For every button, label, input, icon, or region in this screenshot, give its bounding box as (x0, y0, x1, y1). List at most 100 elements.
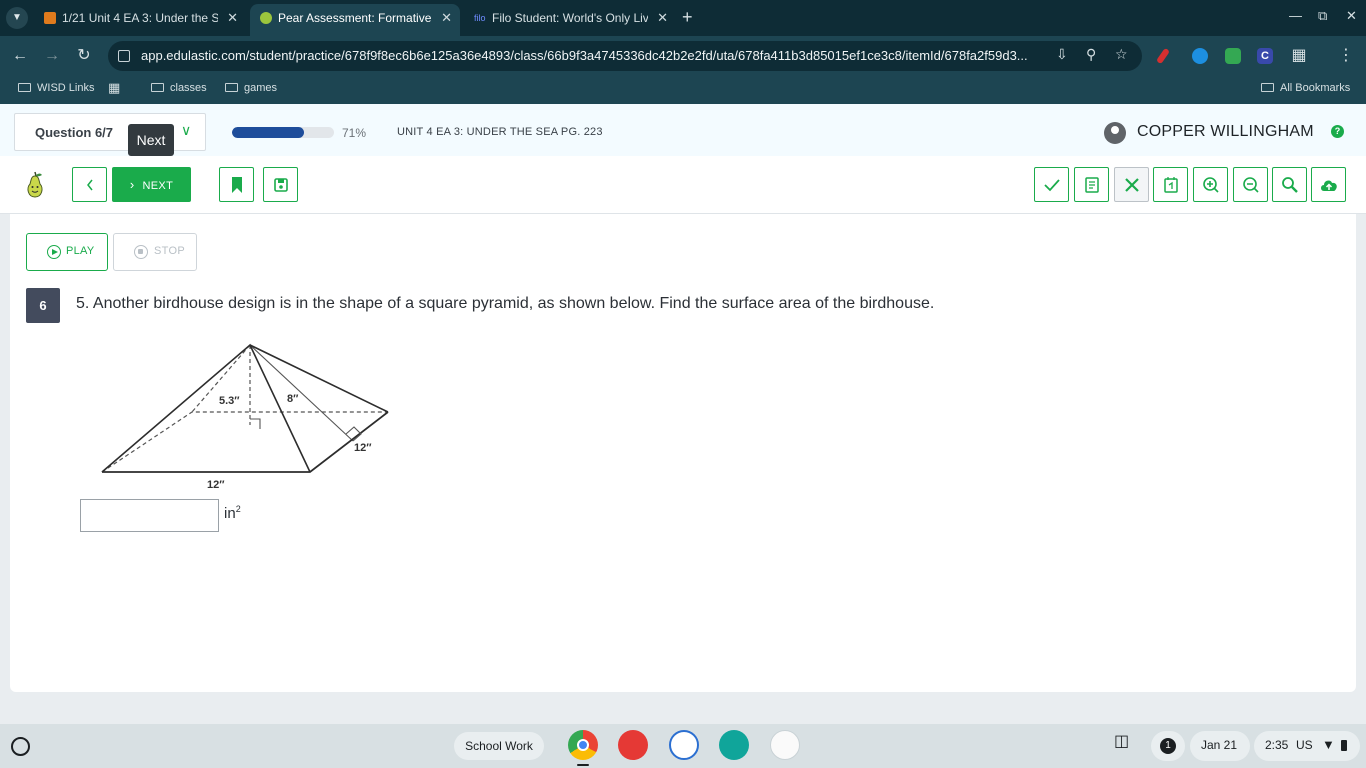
restore-icon[interactable]: ⧉ (1318, 8, 1327, 24)
tab-close-icon[interactable]: ✕ (657, 4, 668, 32)
bookmark-wisd-links[interactable]: WISD Links (18, 82, 94, 94)
user-avatar-icon[interactable] (1104, 122, 1126, 144)
status-area[interactable]: 2:35 US ▼ (1254, 731, 1360, 761)
date-pill[interactable]: Jan 21 (1190, 731, 1250, 761)
progress-fill (232, 127, 305, 138)
search-icon (1281, 176, 1298, 193)
stats-app-icon[interactable] (770, 730, 800, 760)
right-angle-mark (250, 418, 261, 429)
question-counter: Question 6/7 (35, 125, 114, 140)
save-icon (273, 177, 288, 192)
scratchpad-button[interactable] (1074, 167, 1109, 202)
extension-pen-icon[interactable] (1155, 47, 1171, 65)
bookmark-classes[interactable]: classes (151, 82, 207, 94)
bookmark-label: games (244, 82, 278, 94)
tab-search-chevron-icon[interactable]: ▼ (6, 7, 28, 29)
minimize-icon[interactable]: — (1289, 8, 1302, 23)
tab-title: Pear Assessment: Formative a (278, 11, 432, 25)
folder-icon (1261, 83, 1274, 92)
back-arrow-icon[interactable]: ← (8, 44, 32, 68)
extensions-puzzle-icon[interactable]: ▦ (1287, 44, 1311, 68)
chevron-down-icon[interactable]: ∨ (181, 122, 191, 139)
notification-pill[interactable]: 1 (1151, 731, 1185, 761)
canvas-paint-app-icon[interactable] (618, 730, 648, 760)
bookmark-star-icon[interactable]: ☆ (1115, 46, 1128, 63)
bookmark-games[interactable]: games (225, 82, 277, 94)
screencastify-app-icon[interactable] (669, 730, 699, 760)
previous-button[interactable] (72, 167, 107, 202)
extension-screencast-icon[interactable] (1192, 48, 1208, 64)
magnifier-button[interactable] (1272, 167, 1307, 202)
date-text: Jan 21 (1201, 738, 1238, 752)
check-answer-button[interactable] (1034, 167, 1069, 202)
folder-icon (225, 83, 238, 92)
question-number-badge: 6 (26, 288, 60, 323)
tab-close-icon[interactable]: ✕ (227, 4, 238, 32)
browser-tab-pear-assessment[interactable]: Pear Assessment: Formative a ✕ (250, 4, 460, 36)
slant-height-line (249, 344, 354, 442)
folder-icon (151, 83, 164, 92)
new-tab-plus-icon[interactable]: + (682, 6, 693, 28)
submit-upload-button[interactable] (1311, 167, 1346, 202)
bookmark-label: All Bookmarks (1280, 82, 1351, 94)
help-icon[interactable]: ? (1331, 125, 1344, 138)
install-app-icon[interactable]: ⇩ (1056, 46, 1068, 63)
folder-icon (18, 83, 31, 92)
chevron-right-icon: › (129, 177, 135, 192)
answer-unit: in2 (224, 504, 241, 522)
forward-arrow-icon[interactable]: → (40, 44, 64, 68)
calculator-button[interactable] (1153, 167, 1188, 202)
slant-height-label: 8″ (287, 393, 299, 405)
zoom-in-button[interactable] (1193, 167, 1228, 202)
next-button[interactable]: › NEXT (112, 167, 191, 202)
site-info-icon[interactable] (118, 50, 130, 62)
next-label: NEXT (142, 180, 174, 192)
chrome-menu-icon[interactable]: ⋮ (1334, 44, 1358, 68)
hidden-base-edges (101, 411, 388, 473)
tab-title: 1/21 Unit 4 EA 3: Under the Sea (62, 11, 218, 25)
assignment-title: UNIT 4 EA 3: UNDER THE SEA PG. 223 (397, 126, 603, 138)
browser-tab-filo[interactable]: filo Filo Student: World's Only Live ✕ (464, 4, 676, 36)
launcher-icon[interactable] (11, 737, 30, 756)
answer-input[interactable] (80, 499, 219, 532)
url-text[interactable]: app.edulastic.com/student/practice/678f9… (141, 48, 1051, 63)
close-x-icon (1124, 177, 1139, 192)
reload-icon[interactable]: ↻ (72, 44, 96, 68)
extension-google-icon[interactable] (1225, 48, 1241, 64)
play-button[interactable]: PLAY (26, 233, 108, 271)
play-icon (47, 245, 61, 259)
height-label: 5.3″ (219, 395, 240, 407)
locale-text: US (1296, 738, 1313, 752)
extension-c-icon[interactable]: C (1257, 48, 1273, 64)
bookmark-question-button[interactable] (219, 167, 254, 202)
pear-favicon-icon (260, 12, 272, 24)
check-icon (1043, 178, 1060, 191)
square-pyramid-diagram: 5.3″ 8″ 12″ 12″ (101, 343, 389, 491)
all-bookmarks[interactable]: All Bookmarks (1261, 82, 1350, 94)
classroom-app-icon[interactable] (719, 730, 749, 760)
stop-button[interactable]: STOP (113, 233, 197, 271)
tab-title: Filo Student: World's Only Live (492, 11, 648, 25)
notepad-icon (1084, 176, 1099, 193)
browser-tab-unit4[interactable]: 1/21 Unit 4 EA 3: Under the Sea ✕ (34, 4, 246, 36)
bookmark-label: WISD Links (37, 82, 95, 94)
clipboard-icon[interactable]: ◫ (1114, 731, 1129, 751)
zoom-in-icon (1202, 176, 1219, 193)
tab-close-icon[interactable]: ✕ (441, 4, 452, 32)
system-shelf: School Work ◫ 1 Jan 21 2:35 US ▼ (0, 724, 1366, 768)
unit-exponent: 2 (235, 504, 241, 514)
apps-grid-icon[interactable]: ▦ (108, 80, 120, 96)
save-button[interactable] (263, 167, 298, 202)
close-window-icon[interactable]: ✕ (1346, 8, 1357, 24)
address-bar[interactable]: app.edulastic.com/student/practice/678f9… (108, 41, 1142, 71)
bookmarks-bar: WISD Links ▦ classes games All Bookmarks (0, 76, 1366, 104)
user-name[interactable]: COPPER WILLINGHAM (1137, 123, 1314, 141)
question-selector[interactable]: Question 6/7 ∨ (14, 113, 206, 151)
desk-button[interactable]: School Work (454, 732, 544, 760)
zoom-icon[interactable]: ⚲ (1086, 46, 1096, 63)
stop-label: STOP (154, 245, 185, 257)
browser-tab-strip: ▼ 1/21 Unit 4 EA 3: Under the Sea ✕ Pear… (0, 0, 1366, 36)
answer-eliminator-button[interactable] (1114, 167, 1149, 202)
zoom-out-button[interactable] (1233, 167, 1268, 202)
chrome-app-icon[interactable] (568, 730, 598, 760)
